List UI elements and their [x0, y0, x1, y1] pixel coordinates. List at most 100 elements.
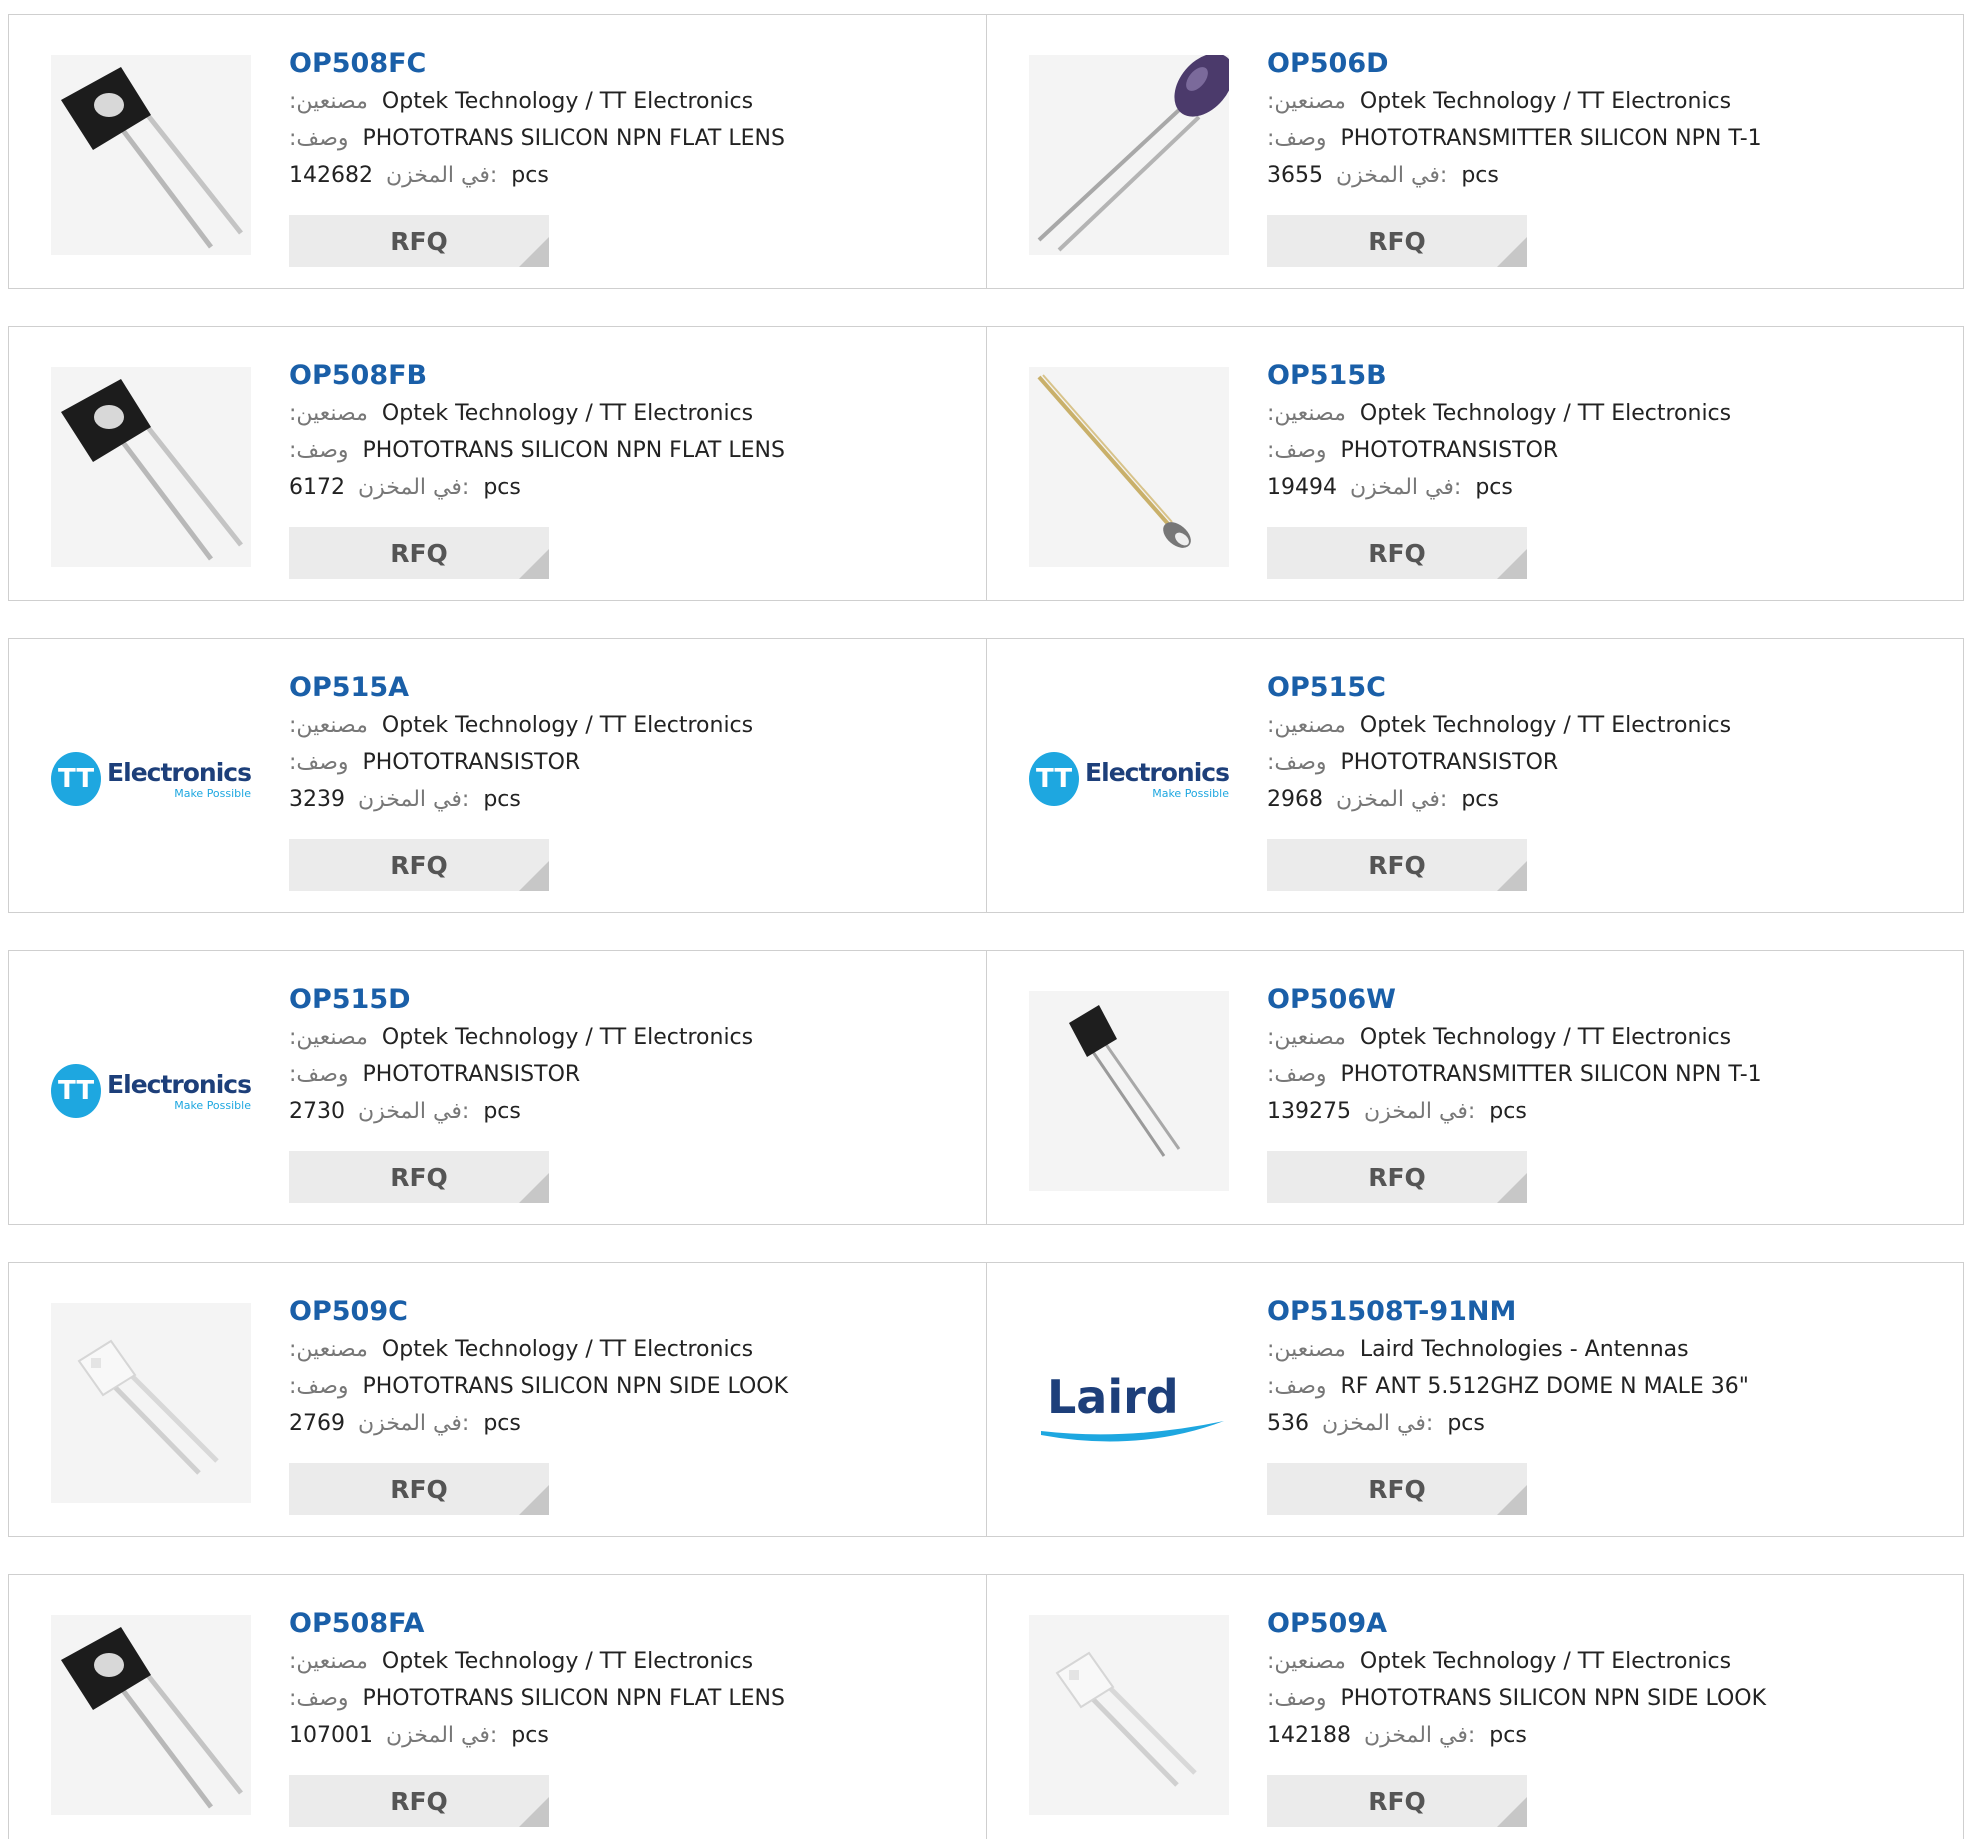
part-number-link[interactable]: OP508FB: [289, 357, 966, 395]
tiny-can-phototransistor-image[interactable]: [1029, 367, 1229, 567]
rfq-corner-decoration: [1497, 1797, 1527, 1827]
rfq-corner-decoration: [1497, 1173, 1527, 1203]
stock-value: 19494: [1267, 475, 1337, 500]
stock-label: في المخزن:: [1363, 1099, 1476, 1124]
part-number-link[interactable]: OP509C: [289, 1293, 966, 1331]
manufacturer-value: Optek Technology / TT Electronics: [1359, 713, 1732, 738]
stock-value: 2968: [1267, 787, 1323, 812]
rfq-button[interactable]: RFQ: [1267, 527, 1527, 579]
stock-unit: pcs: [511, 163, 549, 188]
description-line: :وصف PHOTOTRANSMITTER SILICON NPN T-1: [1267, 120, 1943, 157]
product-card: OP506W :مصنعين Optek Technology / TT Elec…: [986, 951, 1964, 1224]
description-label: :وصف: [289, 750, 349, 775]
black-square-phototransistor-image[interactable]: [51, 1615, 251, 1815]
stock-value: 6172: [289, 475, 345, 500]
description-value: PHOTOTRANS SILICON NPN FLAT LENS: [362, 438, 785, 463]
part-number-link[interactable]: OP515D: [289, 981, 966, 1019]
black-square-phototransistor-image[interactable]: [51, 55, 251, 255]
rfq-button[interactable]: RFQ: [1267, 1775, 1527, 1827]
tt-logo-tagline: Make Possible: [174, 1099, 251, 1112]
description-label: :وصف: [289, 1062, 349, 1087]
stock-value: 2769: [289, 1411, 345, 1436]
stock-unit: pcs: [483, 1411, 521, 1436]
stock-label: في المخزن:: [1363, 1723, 1476, 1748]
product-info: OP508FB :مصنعين Optek Technology / TT Ele…: [289, 357, 966, 506]
rfq-button[interactable]: RFQ: [289, 527, 549, 579]
manufacturer-value: Optek Technology / TT Electronics: [1359, 1649, 1732, 1674]
part-number-link[interactable]: OP515C: [1267, 669, 1943, 707]
rfq-button[interactable]: RFQ: [1267, 1463, 1527, 1515]
product-card: OP509C :مصنعين Optek Technology / TT Elec…: [8, 1263, 986, 1536]
tt-electronics-logo[interactable]: TT Electronics Make Possible: [51, 991, 251, 1191]
stock-value: 107001: [289, 1723, 373, 1748]
rfq-button[interactable]: RFQ: [289, 1775, 549, 1827]
part-number-link[interactable]: OP508FA: [289, 1605, 966, 1643]
tt-electronics-logo[interactable]: TT Electronics Make Possible: [51, 679, 251, 879]
product-card: OP509A :مصنعين Optek Technology / TT Elec…: [986, 1575, 1964, 1839]
manufacturer-line: :مصنعين Optek Technology / TT Electronics: [1267, 707, 1943, 744]
rfq-corner-decoration: [1497, 549, 1527, 579]
description-value: PHOTOTRANSISTOR: [1340, 438, 1559, 463]
manufacturer-line: :مصنعين Optek Technology / TT Electronics: [1267, 395, 1943, 432]
tt-logo-word: Electronics: [107, 1070, 251, 1099]
description-label: :وصف: [289, 1686, 349, 1711]
part-number-link[interactable]: OP506W: [1267, 981, 1943, 1019]
description-line: :وصف PHOTOTRANS SILICON NPN FLAT LENS: [289, 432, 966, 469]
manufacturer-value: Optek Technology / TT Electronics: [1359, 401, 1732, 426]
rfq-button[interactable]: RFQ: [289, 839, 549, 891]
manufacturer-label: :مصنعين: [289, 89, 368, 114]
rfq-corner-decoration: [519, 1485, 549, 1515]
stock-unit: pcs: [511, 1723, 549, 1748]
purple-led-phototransmitter-image[interactable]: [1029, 55, 1229, 255]
part-number-link[interactable]: OP506D: [1267, 45, 1943, 83]
small-black-phototransmitter-image[interactable]: [1029, 991, 1229, 1191]
description-label: :وصف: [1267, 126, 1327, 151]
description-line: :وصف PHOTOTRANSISTOR: [289, 744, 966, 781]
part-number-link[interactable]: OP515B: [1267, 357, 1943, 395]
part-number-link[interactable]: OP508FC: [289, 45, 966, 83]
description-value: RF ANT 5.512GHZ DOME N MALE 36": [1340, 1374, 1749, 1399]
stock-line: 536 في المخزن: pcs: [1267, 1405, 1943, 1442]
rfq-label: RFQ: [390, 1474, 448, 1504]
tt-logo-mark: TT: [1029, 752, 1080, 806]
rfq-button[interactable]: RFQ: [1267, 215, 1527, 267]
manufacturer-value: Optek Technology / TT Electronics: [381, 401, 754, 426]
product-row: OP508FB :مصنعين Optek Technology / TT Ele…: [8, 326, 1964, 601]
stock-label: في المخزن:: [358, 1411, 470, 1436]
rfq-corner-decoration: [1497, 1485, 1527, 1515]
product-info: OP515C :مصنعين Optek Technology / TT Elec…: [1267, 669, 1943, 818]
description-line: :وصف RF ANT 5.512GHZ DOME N MALE 36": [1267, 1368, 1943, 1405]
rfq-label: RFQ: [390, 226, 448, 256]
part-number-link[interactable]: OP515A: [289, 669, 966, 707]
product-card: TT Electronics Make Possible OP515D :مصنعي…: [8, 951, 986, 1224]
product-row: OP508FA :مصنعين Optek Technology / TT Ele…: [8, 1574, 1964, 1839]
rfq-button[interactable]: RFQ: [289, 215, 549, 267]
stock-label: في المخزن:: [358, 787, 470, 812]
tt-logo-tagline: Make Possible: [1152, 787, 1229, 800]
manufacturer-line: :مصنعين Optek Technology / TT Electronics: [289, 395, 966, 432]
laird-logo[interactable]: Laird: [1029, 1303, 1229, 1503]
black-square-phototransistor-image[interactable]: [51, 367, 251, 567]
manufacturer-label: :مصنعين: [289, 401, 368, 426]
tt-electronics-logo[interactable]: TT Electronics Make Possible: [1029, 679, 1229, 879]
description-line: :وصف PHOTOTRANS SILICON NPN FLAT LENS: [289, 120, 966, 157]
white-side-look-phototransistor-image[interactable]: [1029, 1615, 1229, 1815]
white-side-look-phototransistor-image[interactable]: [51, 1303, 251, 1503]
part-number-link[interactable]: OP509A: [1267, 1605, 1943, 1643]
tt-logo-tagline: Make Possible: [174, 787, 251, 800]
rfq-button[interactable]: RFQ: [289, 1151, 549, 1203]
manufacturer-value: Optek Technology / TT Electronics: [381, 1337, 754, 1362]
rfq-label: RFQ: [390, 1786, 448, 1816]
manufacturer-line: :مصنعين Optek Technology / TT Electronics: [1267, 1019, 1943, 1056]
product-card: OP515B :مصنعين Optek Technology / TT Elec…: [986, 327, 1964, 600]
rfq-button[interactable]: RFQ: [1267, 1151, 1527, 1203]
rfq-button[interactable]: RFQ: [289, 1463, 549, 1515]
stock-label: في المخزن:: [1336, 163, 1448, 188]
rfq-button[interactable]: RFQ: [1267, 839, 1527, 891]
manufacturer-line: :مصنعين Optek Technology / TT Electronics: [1267, 1643, 1943, 1680]
rfq-label: RFQ: [1368, 1474, 1426, 1504]
description-label: :وصف: [1267, 1062, 1327, 1087]
rfq-label: RFQ: [390, 1162, 448, 1192]
part-number-link[interactable]: OP51508T-91NM: [1267, 1293, 1943, 1331]
stock-unit: pcs: [1447, 1411, 1485, 1436]
